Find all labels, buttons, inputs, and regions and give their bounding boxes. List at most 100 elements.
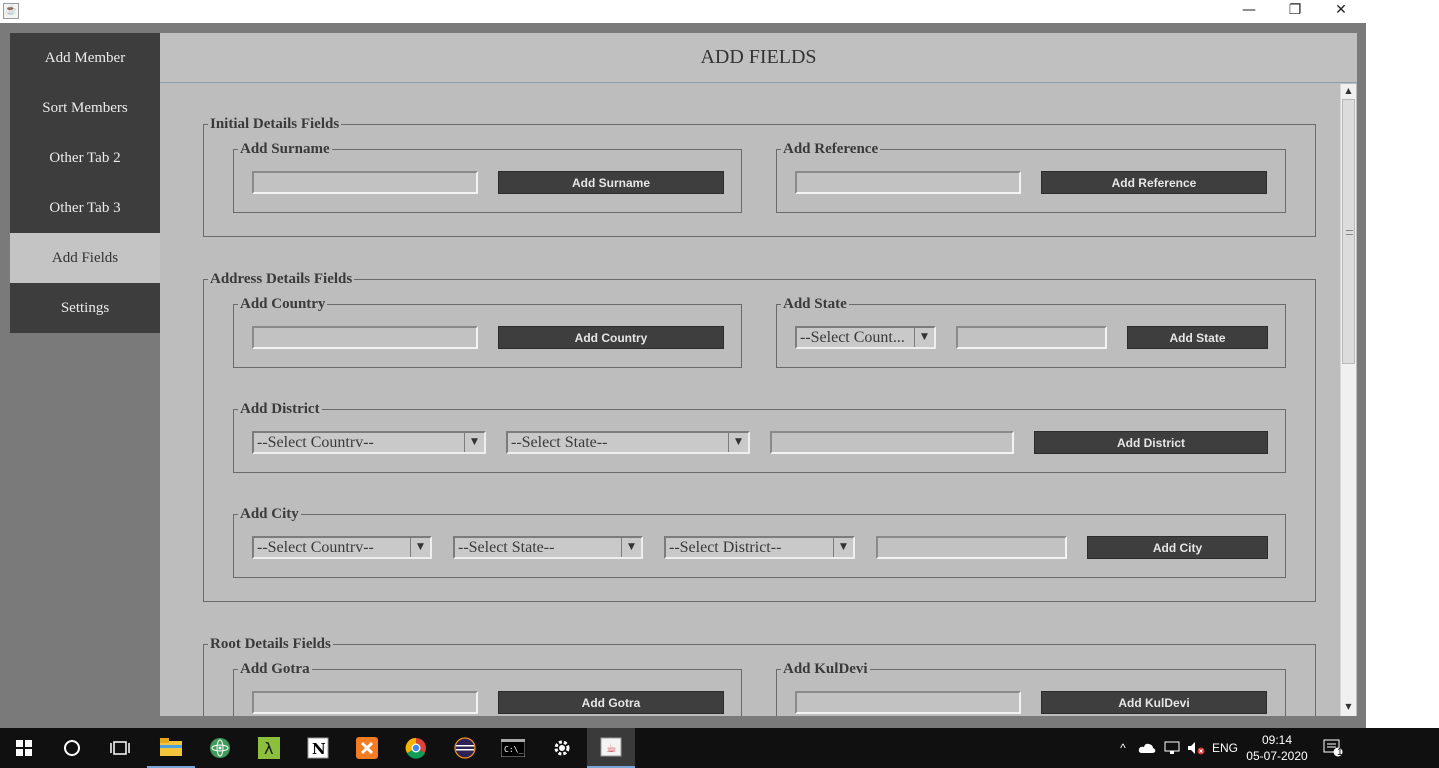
gotra-input[interactable]: [252, 691, 478, 714]
svg-text:λ: λ: [264, 739, 273, 758]
scrollbar-thumb[interactable]: [1342, 99, 1355, 364]
address-details-legend: Address Details Fields: [208, 271, 355, 287]
add-state-button[interactable]: Add State: [1127, 326, 1268, 349]
add-state-fieldset: Add State --Select Count... ▼ Add State: [776, 296, 1286, 368]
chevron-down-icon[interactable]: ▼: [464, 433, 484, 452]
add-surname-fieldset: Add Surname Add Surname: [233, 141, 742, 213]
file-explorer-icon[interactable]: [147, 728, 195, 768]
taskbar: λ N C:\_ ☕ ^ ENG 09:14 05-07-2020 1: [0, 728, 1439, 768]
district-country-select[interactable]: --Select Countrv-- ▼: [252, 431, 486, 454]
chevron-down-icon[interactable]: ▼: [728, 433, 748, 452]
add-state-legend: Add State: [781, 296, 849, 312]
add-country-button[interactable]: Add Country: [498, 326, 724, 349]
chevron-down-icon[interactable]: ▼: [914, 328, 934, 347]
city-country-select-value: --Select Countrv--: [257, 539, 374, 556]
windows-start-icon[interactable]: [0, 728, 48, 768]
add-kuldevi-fieldset: Add KulDevi Add KulDevi: [776, 661, 1286, 716]
terminal-icon[interactable]: C:\_: [489, 728, 537, 768]
add-surname-legend: Add Surname: [238, 141, 332, 157]
add-surname-button[interactable]: Add Surname: [498, 171, 724, 194]
city-state-select[interactable]: --Select State-- ▼: [453, 536, 643, 559]
main-panel: ADD FIELDS Initial Details Fields Add Su…: [160, 33, 1357, 716]
add-kuldevi-legend: Add KulDevi: [781, 661, 870, 677]
city-country-select[interactable]: --Select Countrv-- ▼: [252, 536, 432, 559]
grip-icon: [1346, 230, 1353, 235]
scroll-down-icon[interactable]: ▼: [1341, 700, 1356, 714]
language-indicator[interactable]: ENG: [1211, 728, 1239, 768]
task-view-icon[interactable]: [96, 728, 144, 768]
eclipse-icon[interactable]: [441, 728, 489, 768]
svg-text:C:\_: C:\_: [504, 745, 523, 754]
add-city-fieldset: Add City --Select Countrv-- ▼ --Select S…: [233, 506, 1286, 578]
add-kuldevi-button[interactable]: Add KulDevi: [1041, 691, 1267, 714]
sidebar-item-other-tab-3[interactable]: Other Tab 3: [10, 183, 160, 233]
sidebar: Add Member Sort Members Other Tab 2 Othe…: [10, 33, 160, 333]
sidebar-item-other-tab-2[interactable]: Other Tab 2: [10, 133, 160, 183]
clock[interactable]: 09:14 05-07-2020: [1244, 728, 1310, 768]
district-state-select-value: --Select State--: [511, 434, 608, 451]
city-input[interactable]: [876, 536, 1067, 559]
kuldevi-input[interactable]: [795, 691, 1021, 714]
root-details-fieldset: Root Details Fields Add Gotra Add Gotra …: [203, 636, 1316, 716]
district-state-select[interactable]: --Select State-- ▼: [506, 431, 750, 454]
sidebar-item-add-member[interactable]: Add Member: [10, 33, 160, 83]
restore-button[interactable]: ❐: [1272, 0, 1318, 22]
add-city-legend: Add City: [238, 506, 301, 522]
initial-details-fieldset: Initial Details Fields Add Surname Add S…: [203, 116, 1316, 237]
chevron-down-icon[interactable]: ▼: [410, 538, 430, 557]
onedrive-cloud-icon[interactable]: [1137, 728, 1157, 768]
clock-time: 09:14: [1261, 733, 1293, 747]
show-hidden-icons-chevron-icon[interactable]: ^: [1114, 728, 1132, 768]
city-district-select-value: --Select District--: [669, 539, 782, 556]
surname-input[interactable]: [252, 171, 478, 194]
close-button[interactable]: ✕: [1318, 0, 1364, 22]
add-country-legend: Add Country: [238, 296, 328, 312]
add-district-fieldset: Add District --Select Countrv-- ▼ --Sele…: [233, 401, 1286, 473]
notification-count: 1: [1337, 747, 1343, 758]
initial-details-legend: Initial Details Fields: [208, 116, 342, 132]
settings-gear-icon[interactable]: [538, 728, 586, 768]
xampp-icon[interactable]: [343, 728, 391, 768]
java-app-taskbar-icon[interactable]: ☕: [587, 728, 635, 768]
scroll-content: Initial Details Fields Add Surname Add S…: [160, 84, 1340, 716]
volume-muted-icon[interactable]: [1186, 728, 1206, 768]
notion-icon[interactable]: N: [294, 728, 342, 768]
page-title: ADD FIELDS: [160, 33, 1357, 83]
chrome-icon[interactable]: [392, 728, 440, 768]
add-reference-legend: Add Reference: [781, 141, 881, 157]
vertical-scrollbar[interactable]: ▲ ▼: [1340, 84, 1356, 716]
sidebar-item-add-fields[interactable]: Add Fields: [10, 233, 160, 283]
add-gotra-button[interactable]: Add Gotra: [498, 691, 724, 714]
action-center-icon[interactable]: 1: [1318, 728, 1348, 768]
java-app-icon: ☕: [3, 3, 19, 19]
add-city-button[interactable]: Add City: [1087, 536, 1268, 559]
country-input[interactable]: [252, 326, 478, 349]
clock-date: 05-07-2020: [1246, 749, 1308, 763]
scroll-up-icon[interactable]: ▲: [1341, 84, 1356, 98]
desktop-background: [1366, 0, 1439, 728]
window-titlebar: ☕ — ❐ ✕: [0, 0, 1366, 23]
network-icon[interactable]: [1162, 728, 1182, 768]
district-input[interactable]: [770, 431, 1014, 454]
svg-text:N: N: [312, 740, 326, 758]
state-country-select[interactable]: --Select Count... ▼: [795, 326, 936, 349]
city-district-select[interactable]: --Select District-- ▼: [664, 536, 855, 559]
add-district-legend: Add District: [238, 401, 322, 417]
district-country-select-value: --Select Countrv--: [257, 434, 374, 451]
minimize-button[interactable]: —: [1226, 0, 1272, 22]
lambda-app-icon[interactable]: λ: [245, 728, 293, 768]
chevron-down-icon[interactable]: ▼: [833, 538, 853, 557]
sidebar-item-sort-members[interactable]: Sort Members: [10, 83, 160, 133]
sidebar-item-settings[interactable]: Settings: [10, 283, 160, 333]
state-input[interactable]: [956, 326, 1107, 349]
chevron-down-icon[interactable]: ▼: [621, 538, 641, 557]
add-reference-fieldset: Add Reference Add Reference: [776, 141, 1286, 213]
search-circle-icon[interactable]: [48, 728, 96, 768]
svg-text:☕: ☕: [606, 741, 617, 755]
reference-input[interactable]: [795, 171, 1021, 194]
atom-editor-icon[interactable]: [196, 728, 244, 768]
add-gotra-legend: Add Gotra: [238, 661, 312, 677]
add-district-button[interactable]: Add District: [1034, 431, 1268, 454]
city-state-select-value: --Select State--: [458, 539, 555, 556]
add-reference-button[interactable]: Add Reference: [1041, 171, 1267, 194]
